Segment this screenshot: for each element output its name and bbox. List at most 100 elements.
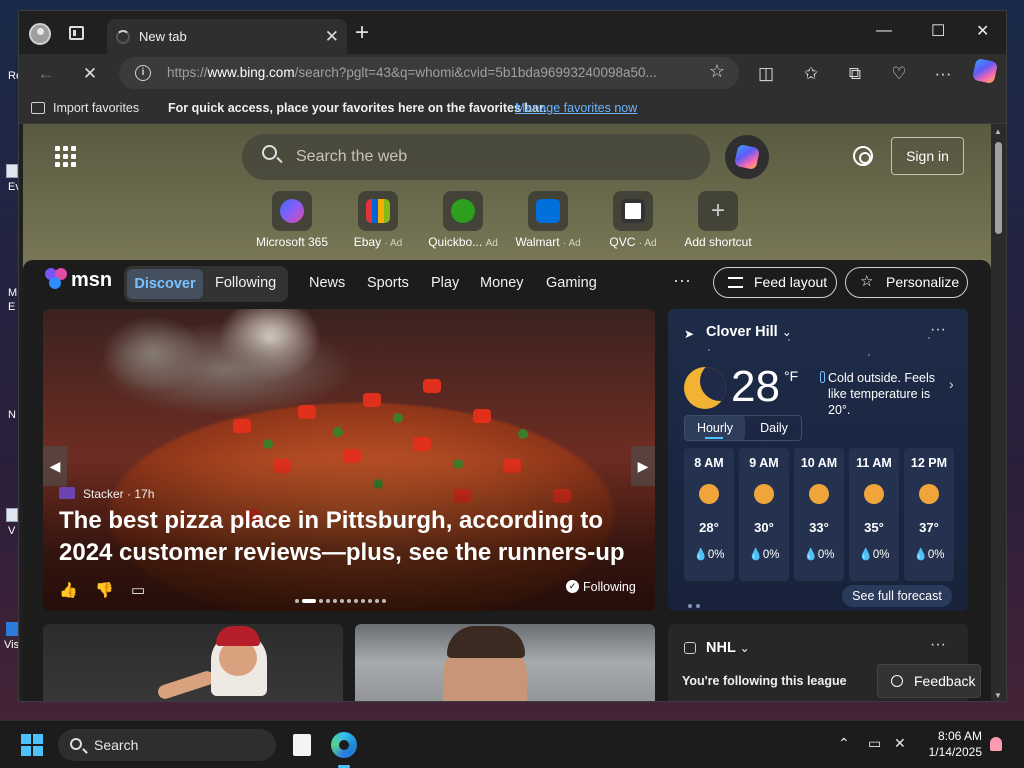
nav-gaming[interactable]: Gaming — [546, 275, 597, 291]
comment-icon[interactable]: ▭ — [131, 581, 145, 599]
stop-loading-icon[interactable]: ✕ — [77, 61, 103, 87]
scrollbar-thumb[interactable] — [995, 142, 1002, 234]
nav-news[interactable]: News — [309, 275, 345, 291]
site-info-icon[interactable]: i — [135, 65, 151, 81]
settings-more-icon[interactable]: ··· — [930, 61, 956, 87]
file-explorer-icon[interactable] — [293, 734, 311, 756]
desktop-icon-v[interactable]: V — [0, 508, 18, 542]
tab-discover[interactable]: Discover — [127, 269, 203, 299]
hero-headline[interactable]: The best pizza place in Pittsburgh, acco… — [59, 505, 649, 569]
page-scrollbar[interactable]: ▲ ▼ — [991, 124, 1006, 701]
scroll-up-icon[interactable]: ▲ — [994, 127, 1002, 136]
volume-muted-icon[interactable]: ✕ — [894, 735, 906, 752]
toggle-daily[interactable]: Daily — [745, 416, 803, 440]
feed-layout-button[interactable]: Feed layout — [713, 267, 837, 298]
notification-bell-icon[interactable] — [990, 737, 1002, 751]
browser-essentials-icon[interactable]: ♡ — [886, 61, 912, 87]
close-tab-icon[interactable]: ✕ — [325, 27, 339, 47]
sun-icon — [754, 484, 774, 504]
favorites-icon[interactable]: ✩ — [798, 61, 824, 87]
following-badge[interactable]: Following — [566, 580, 636, 594]
shortcut-walmart[interactable]: Walmart · Ad — [506, 191, 590, 249]
apps-launcher-icon[interactable] — [55, 146, 77, 168]
nav-sports[interactable]: Sports — [367, 275, 409, 291]
taskbar-search-box[interactable]: Search — [58, 729, 276, 761]
desktop-icon-m[interactable]: M E — [0, 286, 18, 320]
sun-icon — [809, 484, 829, 504]
desktop-icon-vis[interactable]: Vis — [0, 622, 19, 656]
weather-description[interactable]: Cold outside. Feels like temperature is … — [828, 370, 948, 418]
address-bar[interactable]: i https://www.bing.com/search?pglt=43&q=… — [119, 57, 739, 89]
hour-cell[interactable]: 9 AM 30° 💧0% — [739, 448, 789, 581]
ad-badge: · Ad — [384, 238, 403, 249]
like-icon[interactable]: 👍 — [59, 581, 78, 599]
network-icon[interactable]: ▭ — [868, 735, 881, 752]
hero-story-card[interactable]: ◀ ▶ Stacker · 17h The best pizza place i… — [43, 309, 655, 611]
minimize-icon[interactable]: — — [876, 22, 892, 40]
story-card-portrait[interactable] — [355, 624, 655, 701]
nav-more-button[interactable]: ··· — [673, 270, 691, 291]
dislike-icon[interactable]: 👎 — [95, 581, 114, 599]
new-tab-plus-icon[interactable]: + — [355, 21, 369, 45]
weather-location[interactable]: Clover Hill ⌄ — [706, 324, 792, 340]
scroll-down-icon[interactable]: ▼ — [994, 691, 1002, 700]
system-clock[interactable]: 8:06 AM 1/14/2025 — [920, 728, 982, 760]
feed-mode-toggle: Discover Following — [124, 266, 288, 302]
web-search-box[interactable]: Search the web — [242, 134, 710, 180]
carousel-dots[interactable] — [295, 592, 389, 603]
favorite-star-icon[interactable]: ☆ — [709, 61, 725, 82]
split-screen-icon[interactable]: ◫ — [753, 61, 779, 87]
page-settings-gear-icon[interactable] — [853, 146, 873, 166]
nhl-more-icon[interactable]: ··· — [930, 636, 946, 654]
location-name: Clover Hill — [706, 324, 778, 340]
tab-following[interactable]: Following — [215, 275, 276, 291]
hour-cell[interactable]: 11 AM 35° 💧0% — [849, 448, 899, 581]
shortcut-ebay[interactable]: Ebay · Ad — [336, 191, 420, 249]
desktop-icon-ev[interactable]: Ev — [0, 164, 21, 198]
close-window-icon[interactable]: ✕ — [976, 21, 989, 41]
chevron-up-icon[interactable]: ⌃ — [838, 735, 850, 752]
url-text[interactable]: https://www.bing.com/search?pglt=43&q=wh… — [167, 65, 687, 80]
sign-in-button[interactable]: Sign in — [891, 137, 964, 175]
nav-money[interactable]: Money — [480, 275, 524, 291]
copilot-button[interactable] — [725, 135, 769, 179]
carousel-prev-icon[interactable]: ◀ — [43, 446, 67, 486]
story-card-baseball[interactable] — [43, 624, 343, 701]
weather-more-icon[interactable]: ··· — [930, 321, 946, 339]
tab-actions-icon[interactable] — [69, 26, 84, 40]
msn-feed: msn Discover Following News Sports Play … — [23, 260, 991, 701]
toggle-hourly[interactable]: Hourly — [685, 416, 745, 440]
player-cap — [216, 626, 260, 646]
maximize-icon[interactable]: ☐ — [931, 21, 945, 41]
shortcut-microsoft-365[interactable]: Microsoft 365 — [250, 191, 334, 249]
manage-favorites-link[interactable]: Manage favorites now — [515, 101, 637, 115]
edge-icon[interactable] — [331, 732, 357, 758]
nhl-league-icon — [684, 642, 696, 654]
desktop-icon-recycle[interactable]: Re — [0, 64, 22, 98]
import-favorites-button[interactable]: Import favorites — [53, 101, 139, 115]
hour-cell[interactable]: 8 AM 28° 💧0% — [684, 448, 734, 581]
file-icon — [6, 164, 18, 178]
back-icon[interactable]: ← — [33, 61, 59, 87]
collections-icon[interactable]: ⧉ — [842, 61, 868, 87]
tab-new-tab[interactable]: New tab ✕ — [107, 19, 347, 55]
shortcut-quickbooks[interactable]: Quickbo... Ad — [421, 191, 505, 249]
feedback-button[interactable]: Feedback — [877, 664, 981, 698]
hour-cell[interactable]: 12 PM 37° 💧0% — [904, 448, 954, 581]
chevron-right-icon[interactable]: › — [949, 376, 954, 392]
temperature-unit[interactable]: °F — [784, 368, 798, 384]
nav-play[interactable]: Play — [431, 275, 459, 291]
profile-avatar-icon[interactable] — [29, 23, 51, 45]
carousel-next-icon[interactable]: ▶ — [631, 446, 655, 486]
favorites-bar: Import favorites For quick access, place… — [19, 94, 1006, 124]
see-full-forecast-button[interactable]: See full forecast — [842, 585, 952, 607]
desktop-icon-n[interactable]: N — [0, 394, 18, 428]
weather-pager-dots[interactable] — [688, 595, 704, 611]
add-shortcut-button[interactable]: + Add shortcut — [676, 191, 760, 249]
hour-time: 10 AM — [800, 456, 838, 470]
nhl-title[interactable]: NHL ⌄ — [706, 640, 750, 656]
hour-cell[interactable]: 10 AM 33° 💧0% — [794, 448, 844, 581]
windows-start-icon[interactable] — [21, 734, 43, 756]
shortcut-qvc[interactable]: QVC · Ad — [591, 191, 675, 249]
personalize-button[interactable]: ☆ Personalize — [845, 267, 968, 298]
